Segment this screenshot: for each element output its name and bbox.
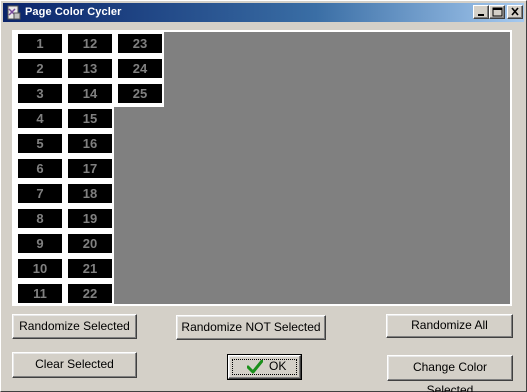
close-button[interactable]	[507, 5, 523, 19]
page-chip-16[interactable]: 16	[68, 134, 112, 153]
randomize-selected-button[interactable]: Randomize Selected	[12, 314, 137, 339]
page-chip-21[interactable]: 21	[68, 259, 112, 278]
clear-selected-label: Clear Selected	[35, 357, 114, 371]
page-chip-20[interactable]: 20	[68, 234, 112, 253]
page-chip-10[interactable]: 10	[18, 259, 62, 278]
randomize-not-selected-button[interactable]: Randomize NOT Selected	[176, 315, 326, 340]
window-title: Page Color Cycler	[25, 6, 122, 18]
title-bar[interactable]: Page Color Cycler	[3, 3, 524, 22]
app-window: Page Color Cycler 1 2 3 4 5 6 7 8 9 10 11 12 13 14 15 1…	[0, 0, 527, 392]
minimize-icon	[478, 14, 484, 16]
page-chip-25[interactable]: 25	[118, 84, 162, 103]
page-chip-6[interactable]: 6	[18, 159, 62, 178]
page-chip-15[interactable]: 15	[68, 109, 112, 128]
ok-button[interactable]: OK	[227, 354, 302, 380]
minimize-button[interactable]	[473, 5, 489, 19]
page-chip-22[interactable]: 22	[68, 284, 112, 303]
clear-selected-button[interactable]: Clear Selected	[12, 352, 137, 378]
checkmark-icon	[247, 360, 263, 374]
randomize-all-button[interactable]: Randomize All	[386, 314, 513, 338]
ok-label: OK	[269, 359, 287, 373]
page-chip-23[interactable]: 23	[118, 34, 162, 53]
page-chip-8[interactable]: 8	[18, 209, 62, 228]
page-chip-5[interactable]: 5	[18, 134, 62, 153]
page-chip-9[interactable]: 9	[18, 234, 62, 253]
randomize-selected-label: Randomize Selected	[19, 319, 130, 333]
app-icon	[7, 5, 21, 20]
page-chip-11[interactable]: 11	[18, 284, 62, 303]
page-chip-1[interactable]: 1	[18, 34, 62, 53]
change-color-selected-label: Change Color Selected	[412, 360, 488, 392]
page-canvas[interactable]: 1 2 3 4 5 6 7 8 9 10 11 12 13 14 15 16 17 18 19 20 21 22 23 24 2…	[12, 30, 512, 306]
page-chip-14[interactable]: 14	[68, 84, 112, 103]
focus-rect	[232, 359, 297, 375]
page-chip-19[interactable]: 19	[68, 209, 112, 228]
randomize-not-selected-label: Randomize NOT Selected	[181, 320, 321, 334]
change-color-selected-button[interactable]: Change Color Selected	[387, 355, 513, 392]
page-chip-3[interactable]: 3	[18, 84, 62, 103]
page-chip-18[interactable]: 18	[68, 184, 112, 203]
page-chip-12[interactable]: 12	[68, 34, 112, 53]
page-chip-13[interactable]: 13	[68, 59, 112, 78]
close-icon	[511, 7, 519, 16]
randomize-all-label: Randomize All	[411, 318, 488, 332]
maximize-button[interactable]	[489, 5, 505, 19]
page-chip-2[interactable]: 2	[18, 59, 62, 78]
maximize-icon	[492, 7, 503, 17]
page-chip-17[interactable]: 17	[68, 159, 112, 178]
page-chip-4[interactable]: 4	[18, 109, 62, 128]
page-chip-7[interactable]: 7	[18, 184, 62, 203]
page-chip-24[interactable]: 24	[118, 59, 162, 78]
